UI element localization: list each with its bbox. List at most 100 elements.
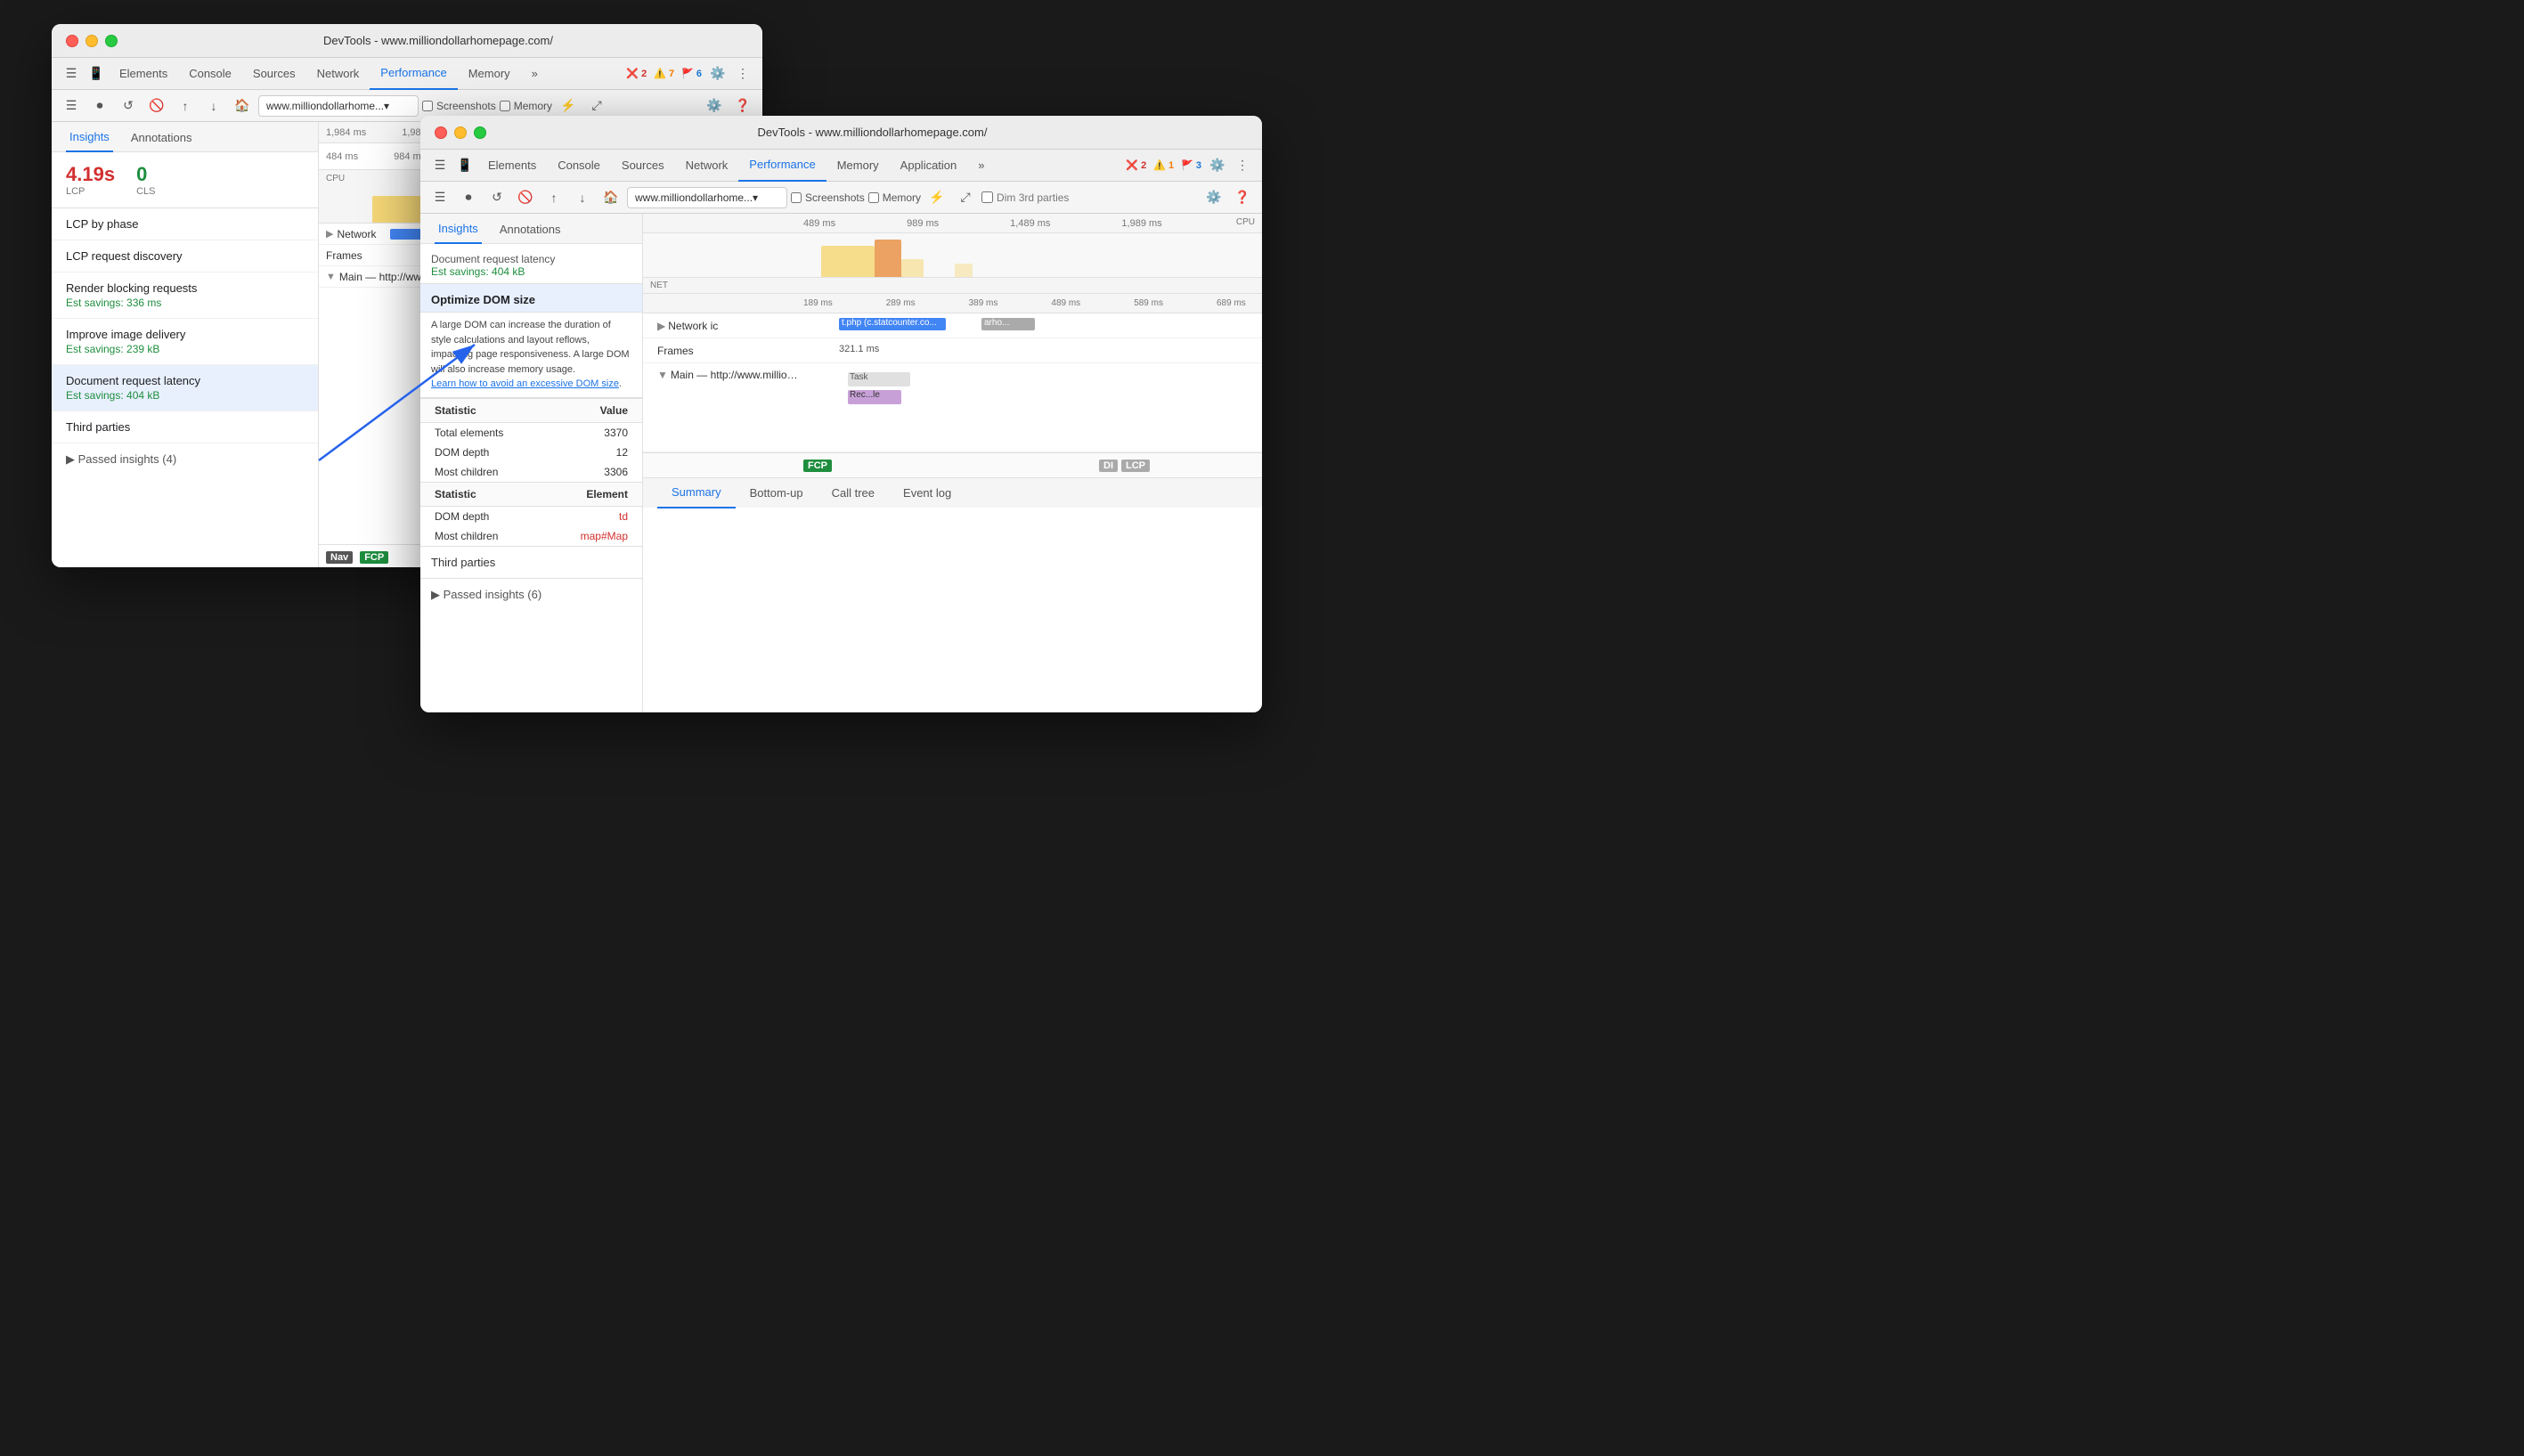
more-btn-2[interactable]: ⋮ <box>1230 153 1255 178</box>
tab-console-2[interactable]: Console <box>547 150 611 182</box>
tab-elements-1[interactable]: Elements <box>109 58 178 90</box>
insight-image-delivery-1[interactable]: Improve image delivery Est savings: 239 … <box>52 319 318 365</box>
minimize-button-2[interactable] <box>454 126 467 139</box>
event-log-tab-2b[interactable]: Event log <box>889 478 965 508</box>
help-btn-1[interactable]: ❓ <box>730 94 755 118</box>
title-bar-2: DevTools - www.milliondollarhomepage.com… <box>420 116 1262 150</box>
dom-stats-table-1: Statistic Value Total elements 3370 DOM … <box>420 398 642 482</box>
tab-memory-1[interactable]: Memory <box>458 58 521 90</box>
close-button-2[interactable] <box>435 126 447 139</box>
tab-performance-1[interactable]: Performance <box>370 58 457 90</box>
insight-lcp-by-phase-1[interactable]: LCP by phase <box>52 208 318 240</box>
tab-application-2[interactable]: Application <box>890 150 968 182</box>
url-bar-1[interactable]: www.milliondollarhome...▾ <box>258 95 419 117</box>
devtools-device-btn-2[interactable]: 📱 <box>452 153 477 178</box>
insight-doc-latency-1[interactable]: Document request latency Est savings: 40… <box>52 365 318 411</box>
home-btn-1[interactable]: 🏠 <box>230 94 255 118</box>
settings-btn-2[interactable]: ⚙️ <box>1205 153 1230 178</box>
insights-tab-2[interactable]: Insights <box>435 214 482 244</box>
settings2-btn-1[interactable]: ⚙️ <box>702 94 727 118</box>
tab-console-1[interactable]: Console <box>178 58 242 90</box>
settings-btn-1[interactable]: ⚙️ <box>705 61 730 86</box>
devtools-device-btn-1[interactable]: 📱 <box>84 61 109 86</box>
devtools-menu-btn-2[interactable]: ☰ <box>427 153 452 178</box>
more-btn-1[interactable]: ⋮ <box>730 61 755 86</box>
minimize-button-1[interactable] <box>85 35 98 47</box>
dim-3rd-parties-toggle[interactable]: Dim 3rd parties <box>981 191 1069 204</box>
settings2-btn-2[interactable]: ⚙️ <box>1201 185 1226 210</box>
perf-toolbar-2: ☰ ⏺ ↺ 🚫 ↑ ↓ 🏠 www.milliondollarhome...▾ … <box>420 182 1262 214</box>
cpu-chart-2 <box>643 233 1262 278</box>
url-bar-2[interactable]: www.milliondollarhome...▾ <box>627 187 787 208</box>
frames-track-2: Frames 321.1 ms <box>643 338 1262 363</box>
third-parties-item-2[interactable]: Third parties <box>420 546 642 579</box>
insights-tab-1[interactable]: Insights <box>66 122 113 152</box>
tab-bar-2: ☰ 📱 Elements Console Sources Network Per… <box>420 150 1262 182</box>
screenshots-toggle-2[interactable]: Screenshots <box>791 191 865 204</box>
tab-network-1[interactable]: Network <box>306 58 370 90</box>
passed-insights-2[interactable]: ▶ Passed insights (6) <box>420 579 642 611</box>
screenshots-toggle-1[interactable]: Screenshots <box>422 100 496 112</box>
tab-more-1[interactable]: » <box>521 58 549 90</box>
tab-bar-1: ☰ 📱 Elements Console Sources Network Per… <box>52 58 762 90</box>
bottom-up-tab-2[interactable]: Bottom-up <box>736 478 818 508</box>
insight-lcp-request-1[interactable]: LCP request discovery <box>52 240 318 272</box>
traffic-lights-2 <box>435 126 486 139</box>
tab-elements-2[interactable]: Elements <box>477 150 547 182</box>
drawer-btn-2[interactable]: ☰ <box>427 185 452 210</box>
zoom-btn-2[interactable]: ⤢ <box>953 185 978 210</box>
clear-btn-2[interactable]: 🚫 <box>513 185 538 210</box>
memory-toggle-1[interactable]: Memory <box>500 100 552 112</box>
insight-render-blocking-1[interactable]: Render blocking requests Est savings: 33… <box>52 272 318 319</box>
tab-network-2[interactable]: Network <box>675 150 739 182</box>
drawer-btn-1[interactable]: ☰ <box>59 94 84 118</box>
insights-tab-bar-1: Insights Annotations <box>52 122 318 152</box>
error-badge-1: ❌ 2 <box>623 67 650 80</box>
tab-sources-1[interactable]: Sources <box>242 58 306 90</box>
download-btn-1[interactable]: ↓ <box>201 94 226 118</box>
optimize-dom-header: Optimize DOM size <box>420 284 642 313</box>
home-btn-2[interactable]: 🏠 <box>598 185 623 210</box>
insight-third-parties-1[interactable]: Third parties <box>52 411 318 443</box>
devtools-menu-btn-1[interactable]: ☰ <box>59 61 84 86</box>
network-track-2: ▶Network ic t.php (c.statcounter.co... a… <box>643 313 1262 338</box>
call-tree-tab-2b[interactable]: Call tree <box>818 478 889 508</box>
flag-badge-2: 🚩 3 <box>1177 159 1205 172</box>
lcp-metric-1: 4.19s LCP <box>66 163 115 197</box>
sync-btn-1[interactable]: ⚡ <box>556 94 581 118</box>
task-bar: Task <box>848 372 910 386</box>
upload-btn-2[interactable]: ↑ <box>541 185 566 210</box>
maximize-button-1[interactable] <box>105 35 118 47</box>
clear-btn-1[interactable]: 🚫 <box>144 94 169 118</box>
table-row: Total elements 3370 <box>420 422 642 443</box>
cls-label-1: CLS <box>136 186 155 197</box>
reload-btn-2[interactable]: ↺ <box>484 185 509 210</box>
tab-more-2[interactable]: » <box>967 150 995 182</box>
close-button-1[interactable] <box>66 35 78 47</box>
memory-toggle-2[interactable]: Memory <box>868 191 921 204</box>
main-track-2: ▼Main — http://www.milliondollarhomepage… <box>643 363 1262 452</box>
maximize-button-2[interactable] <box>474 126 486 139</box>
tab-sources-2[interactable]: Sources <box>611 150 675 182</box>
optimize-dom-desc: A large DOM can increase the duration of… <box>420 313 642 398</box>
tab-performance-2[interactable]: Performance <box>738 150 826 182</box>
record-btn-2[interactable]: ⏺ <box>456 185 481 210</box>
sync-btn-2[interactable]: ⚡ <box>924 185 949 210</box>
doc-latency-header: Document request latency Est savings: 40… <box>420 244 642 284</box>
learn-more-link[interactable]: Learn how to avoid an excessive DOM size <box>431 378 619 389</box>
annotations-tab-1[interactable]: Annotations <box>127 122 196 152</box>
zoom-btn-1[interactable]: ⤢ <box>584 94 609 118</box>
tab-memory-2[interactable]: Memory <box>826 150 890 182</box>
reload-btn-1[interactable]: ↺ <box>116 94 141 118</box>
record-btn-1[interactable]: ⏺ <box>87 94 112 118</box>
passed-insights-1[interactable]: ▶ Passed insights (4) <box>52 443 318 476</box>
help-btn-2[interactable]: ❓ <box>1230 185 1255 210</box>
insights-tab-bar-2: Insights Annotations <box>420 214 642 244</box>
upload-btn-1[interactable]: ↑ <box>173 94 198 118</box>
download-btn-2[interactable]: ↓ <box>570 185 595 210</box>
bottom-tabs-2: Summary Bottom-up Call tree Event log <box>643 477 1262 508</box>
annotations-tab-2[interactable]: Annotations <box>496 214 565 244</box>
di-marker-2: DI <box>1099 460 1118 472</box>
summary-tab-2[interactable]: Summary <box>657 478 736 508</box>
insights-sidebar-2: Insights Annotations Document request la… <box>420 214 643 712</box>
